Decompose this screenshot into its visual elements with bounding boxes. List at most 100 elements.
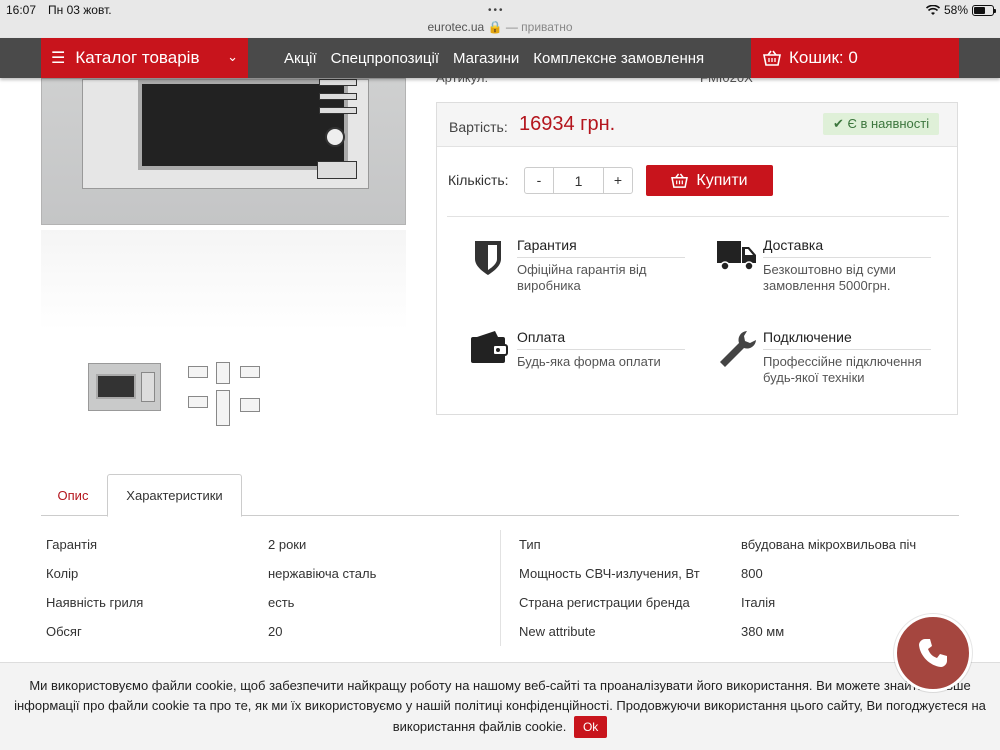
wrench-icon — [720, 331, 756, 367]
spec-key: Обсяг — [46, 624, 82, 639]
price-label: Вартість: — [449, 119, 508, 135]
wifi-icon — [925, 4, 940, 15]
status-indicators: 58% — [925, 3, 996, 17]
cart-label: Кошик: 0 — [789, 48, 858, 67]
quantity-label: Кількість: — [448, 172, 509, 188]
cookie-ok-button[interactable]: Ok — [573, 716, 608, 738]
spec-value: есть — [268, 595, 295, 610]
truck-icon — [717, 241, 756, 271]
spec-row: Мощность СВЧ-излучения, Вт 800 — [514, 559, 959, 588]
cookie-text: Ми використовуємо файли cookie, щоб забе… — [14, 678, 986, 734]
spec-value: 2 роки — [268, 537, 307, 552]
spec-key: Колір — [46, 566, 79, 581]
spec-value: 380 мм — [741, 624, 785, 639]
nav-link-stores[interactable]: Магазини — [453, 50, 519, 67]
specs-table-left: Гарантія 2 роки Колір нержавіюча сталь Ная… — [41, 530, 500, 646]
battery-icon — [972, 4, 996, 16]
stock-badge: ✔ Є в наявності — [823, 113, 940, 135]
check-icon: ✔ — [833, 116, 844, 131]
panel-button — [319, 93, 357, 100]
diagram-box — [188, 366, 208, 378]
spec-row: Страна регистрации бренда Італія — [514, 588, 959, 617]
spec-value: Італія — [741, 595, 776, 610]
spec-value: вбудована мікрохвильова піч — [741, 537, 917, 552]
phone-call-button[interactable] — [894, 614, 972, 692]
status-date: Пн 03 жовт. — [48, 3, 112, 17]
diagram-box — [188, 396, 208, 408]
private-label: — приватно — [505, 20, 573, 34]
stock-label: Є в наявності — [847, 116, 930, 131]
diagram-box — [216, 362, 230, 384]
feature-title: Гарантия — [517, 237, 685, 258]
price-value: 16934 грн. — [519, 113, 616, 135]
catalog-label: Каталог товарів — [75, 48, 200, 67]
price-row: Вартість: 16934 грн. ✔ Є в наявності — [437, 103, 957, 147]
tab-characteristics[interactable]: Характеристики — [107, 474, 242, 517]
cookie-banner: Ми використовуємо файли cookie, щоб забе… — [0, 662, 1000, 750]
spec-key: Страна регистрации бренда — [519, 595, 690, 610]
feature-desc: Безкоштовно від суми замовлення 5000грн. — [763, 262, 896, 293]
url-text: eurotec.ua — [427, 20, 485, 34]
menu-icon: ☰ — [51, 50, 66, 67]
spec-key: Гарантія — [46, 537, 98, 552]
buy-button[interactable]: Купити — [646, 165, 773, 196]
purchase-box: Вартість: 16934 грн. ✔ Є в наявності Кіл… — [436, 102, 958, 415]
quantity-decrease-button[interactable]: - — [524, 167, 554, 194]
shield-icon — [475, 241, 501, 275]
specs-table-right: Тип вбудована мікрохвильова піч Мощность … — [514, 530, 959, 646]
spec-value: 20 — [268, 624, 283, 639]
address-bar[interactable]: eurotec.ua 🔒 — приватно — [0, 20, 1000, 34]
product-tabs: Опис Характеристики — [41, 474, 959, 517]
spec-value: 800 — [741, 566, 763, 581]
quantity-input[interactable] — [554, 167, 603, 194]
basket-icon — [671, 173, 689, 188]
spec-row: Обсяг 20 — [41, 617, 500, 646]
spec-key: Тип — [519, 537, 541, 552]
catalog-button[interactable]: ☰ Каталог товарів ⌄ — [41, 38, 248, 78]
microwave-control-panel — [315, 79, 365, 184]
spec-row: Тип вбудована мікрохвильова піч — [514, 530, 959, 559]
nav-links: Акції Спецпропозиції Магазини Комплексне… — [284, 38, 704, 78]
panel-button — [319, 79, 357, 86]
thumbnail-installation-diagram[interactable] — [186, 360, 262, 428]
panel-display — [317, 161, 357, 179]
spec-row: Гарантія 2 роки — [41, 530, 500, 559]
feature-title: Подключение — [763, 329, 931, 350]
feature-title: Оплата — [517, 329, 685, 350]
nav-link-promotions[interactable]: Акції — [284, 50, 317, 67]
product-image-reflection — [41, 230, 406, 330]
nav-link-special-offers[interactable]: Спецпропозиції — [331, 50, 439, 67]
lock-icon: 🔒 — [487, 20, 503, 34]
divider — [447, 216, 949, 217]
thumbnail-window — [96, 374, 136, 399]
spec-key: Мощность СВЧ-излучения, Вт — [519, 566, 700, 581]
cart-button[interactable]: Кошик: 0 — [751, 38, 959, 78]
specs-divider — [500, 530, 501, 646]
wallet-icon — [471, 331, 508, 363]
spec-key: New attribute — [519, 624, 596, 639]
battery-percent: 58% — [943, 3, 968, 17]
thumbnail-panel — [141, 372, 155, 402]
basket-icon — [763, 50, 781, 66]
chevron-down-icon: ⌄ — [227, 49, 238, 64]
spec-key: Наявність гриля — [46, 595, 144, 610]
thumbnail-product[interactable] — [88, 363, 161, 411]
spec-row: New attribute 380 мм — [514, 617, 959, 646]
main-navbar: ☰ Каталог товарів ⌄ Акції Спецпропозиції… — [0, 38, 1000, 78]
diagram-box — [216, 390, 230, 426]
quantity-increase-button[interactable]: + — [603, 167, 633, 194]
diagram-box — [240, 398, 260, 412]
phone-icon — [919, 639, 947, 667]
feature-desc: Будь-яка форма оплати — [517, 354, 661, 369]
feature-desc: Офіційна гарантія від виробника — [517, 262, 647, 293]
panel-knob — [325, 127, 345, 147]
nav-link-complex-order[interactable]: Комплексне замовлення — [533, 50, 704, 67]
tab-description[interactable]: Опис — [41, 474, 105, 516]
product-main-image[interactable] — [41, 78, 406, 225]
diagram-box — [240, 366, 260, 378]
feature-title: Доставка — [763, 237, 931, 258]
buy-label: Купити — [696, 171, 748, 189]
tab-dots-icon[interactable]: ••• — [488, 5, 505, 16]
spec-row: Наявність гриля есть — [41, 588, 500, 617]
spec-row: Колір нержавіюча сталь — [41, 559, 500, 588]
